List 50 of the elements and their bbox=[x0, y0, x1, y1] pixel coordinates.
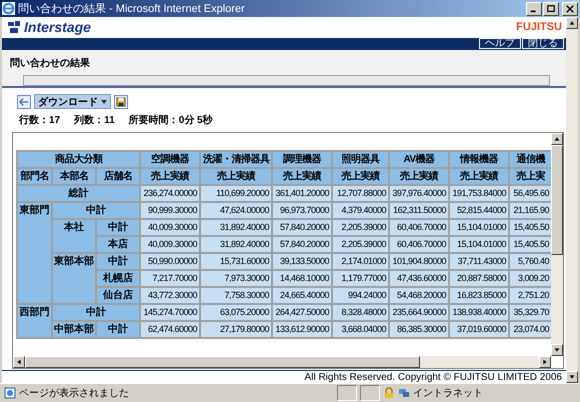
brand-logo: FUJITSU bbox=[516, 21, 562, 34]
horizontal-scrollbar[interactable] bbox=[13, 356, 551, 368]
column-header: AV機器 bbox=[389, 150, 450, 168]
scroll-down-icon[interactable] bbox=[551, 344, 563, 356]
close-button[interactable] bbox=[562, 2, 578, 16]
page-title: 問い合わせの結果 bbox=[10, 56, 91, 70]
info-text: 行数：17 bbox=[19, 114, 60, 127]
caret-icon bbox=[101, 100, 107, 104]
column-header: 洗濯・清掃器具 bbox=[200, 150, 272, 168]
browser-icon bbox=[2, 2, 15, 15]
product-logo: Interstage bbox=[24, 19, 91, 36]
download-dropdown[interactable]: ダウンロード bbox=[34, 94, 111, 110]
scroll-up-icon[interactable] bbox=[551, 132, 563, 145]
row-header: 東部本部 bbox=[52, 252, 96, 304]
header-button[interactable]: ヘルプ bbox=[479, 38, 521, 50]
column-header: 情報機器 bbox=[449, 150, 510, 168]
maximize-icon bbox=[547, 4, 555, 12]
info-text: 列数：11 bbox=[74, 114, 115, 127]
copyright-text: All Rights Reserved. Copyright © FUJITSU LIMITED 2006 bbox=[304, 372, 562, 383]
row-header: 東部門 bbox=[17, 202, 52, 304]
status-pane bbox=[337, 385, 357, 401]
minimize-button[interactable] bbox=[526, 2, 542, 16]
lock-icon bbox=[383, 387, 395, 399]
column-header: 調理機器 bbox=[272, 150, 332, 168]
save-button[interactable] bbox=[114, 94, 128, 109]
page-icon bbox=[4, 387, 16, 399]
column-header: 照明器具 bbox=[332, 150, 390, 168]
column-header: 通信機 bbox=[509, 150, 551, 168]
zone-text: イントラネット bbox=[413, 387, 483, 400]
header-cell: 商品大分類 bbox=[17, 150, 140, 168]
row-header: 西部門 bbox=[17, 304, 52, 338]
maximize-button[interactable] bbox=[543, 2, 559, 16]
column-header: 空調機器 bbox=[140, 150, 200, 168]
scroll-left-icon[interactable] bbox=[13, 356, 25, 368]
scroll-down-icon[interactable] bbox=[566, 371, 578, 383]
back-button[interactable] bbox=[17, 94, 31, 109]
vertical-scrollbar[interactable] bbox=[551, 132, 563, 356]
status-text: ページが表示されました bbox=[19, 386, 129, 400]
scroll-right-icon[interactable] bbox=[539, 356, 551, 368]
page-scrollbar[interactable] bbox=[566, 17, 578, 383]
info-text: 所要時間：0分 5秒 bbox=[128, 114, 213, 127]
row-header: 本社 bbox=[52, 218, 96, 253]
scroll-thumb[interactable] bbox=[25, 356, 420, 368]
scroll-up-icon[interactable] bbox=[566, 17, 578, 29]
intranet-icon bbox=[398, 387, 410, 399]
close-icon bbox=[566, 4, 574, 12]
logo-icon bbox=[6, 20, 22, 34]
status-pane bbox=[360, 385, 380, 401]
scroll-thumb[interactable] bbox=[551, 144, 563, 255]
window-title: 問い合わせの結果 - Microsoft Internet Explorer bbox=[18, 2, 246, 16]
